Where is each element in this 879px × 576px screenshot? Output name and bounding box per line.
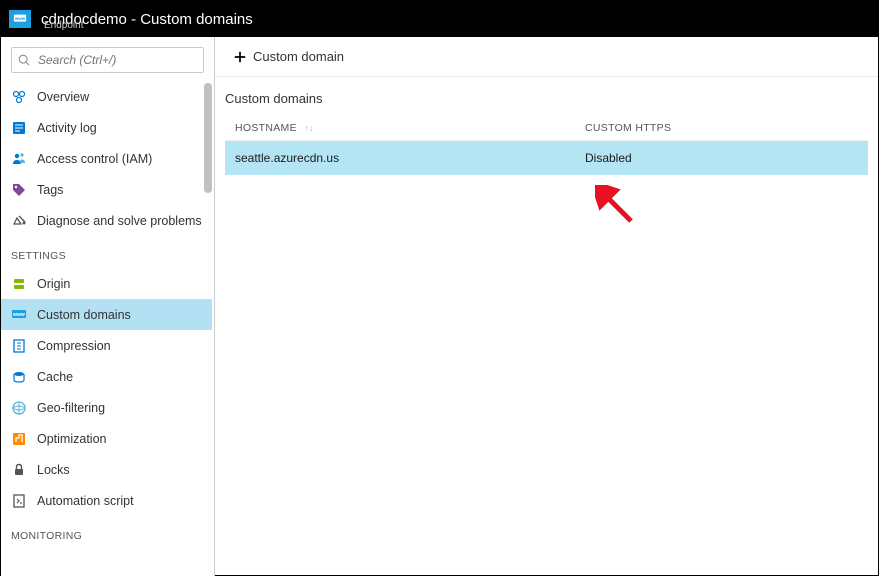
search-input[interactable] bbox=[11, 47, 204, 73]
access-control-icon bbox=[11, 151, 27, 167]
sort-indicator-icon: ↑↓ bbox=[304, 123, 314, 133]
cell-hostname: seattle.azurecdn.us bbox=[235, 151, 585, 165]
svg-text:www: www bbox=[12, 312, 25, 318]
table-header: HOSTNAME ↑↓ CUSTOM HTTPS bbox=[225, 116, 868, 141]
sidebar-item-locks[interactable]: Locks bbox=[1, 454, 212, 485]
sidebar-item-label: Locks bbox=[37, 463, 70, 477]
cell-custom-https: Disabled bbox=[585, 151, 858, 165]
sidebar-item-label: Access control (IAM) bbox=[37, 152, 152, 166]
optimization-icon bbox=[11, 431, 27, 447]
sidebar-item-label: Compression bbox=[37, 339, 111, 353]
sidebar-item-label: Overview bbox=[37, 90, 89, 104]
nav: Overview Activity log Access control (IA… bbox=[1, 81, 214, 576]
sidebar-item-optimization[interactable]: Optimization bbox=[1, 423, 212, 454]
page-subtitle: Endpoint bbox=[44, 20, 83, 31]
sidebar-item-label: Custom domains bbox=[37, 308, 131, 322]
sidebar-item-label: Origin bbox=[37, 277, 70, 291]
sidebar-item-tags[interactable]: Tags bbox=[1, 174, 212, 205]
custom-domains-icon: www bbox=[11, 307, 27, 323]
command-bar: Custom domain bbox=[215, 37, 878, 77]
title-bar: www cdndocdemo - Custom domains Endpoint bbox=[1, 1, 878, 37]
endpoint-icon: www bbox=[9, 10, 31, 28]
sidebar-item-access-control[interactable]: Access control (IAM) bbox=[1, 143, 212, 174]
sidebar: Overview Activity log Access control (IA… bbox=[1, 37, 215, 576]
sidebar-item-label: Tags bbox=[37, 183, 63, 197]
section-settings: SETTINGS bbox=[1, 236, 212, 268]
origin-icon bbox=[11, 276, 27, 292]
sidebar-item-label: Activity log bbox=[37, 121, 97, 135]
plus-icon bbox=[233, 50, 247, 64]
sidebar-item-label: Geo-filtering bbox=[37, 401, 105, 415]
sidebar-item-compression[interactable]: Compression bbox=[1, 330, 212, 361]
add-custom-domain-button[interactable]: Custom domain bbox=[227, 45, 350, 68]
sidebar-item-activity-log[interactable]: Activity log bbox=[1, 112, 212, 143]
activity-log-icon bbox=[11, 120, 27, 136]
sidebar-item-origin[interactable]: Origin bbox=[1, 268, 212, 299]
diagnose-icon bbox=[11, 213, 27, 229]
sidebar-item-custom-domains[interactable]: www Custom domains bbox=[1, 299, 212, 330]
sidebar-scrollbar[interactable] bbox=[204, 83, 212, 193]
content-title: Custom domains bbox=[225, 91, 868, 106]
automation-script-icon bbox=[11, 493, 27, 509]
table-row[interactable]: seattle.azurecdn.us Disabled bbox=[225, 141, 868, 175]
section-monitoring: MONITORING bbox=[1, 516, 212, 548]
overview-icon bbox=[11, 89, 27, 105]
geo-filtering-icon bbox=[11, 400, 27, 416]
sidebar-item-geo-filtering[interactable]: Geo-filtering bbox=[1, 392, 212, 423]
sidebar-item-label: Automation script bbox=[37, 494, 134, 508]
svg-text:www: www bbox=[14, 16, 26, 21]
annotation-arrow bbox=[595, 185, 635, 228]
main-content: Custom domain Custom domains HOSTNAME ↑↓… bbox=[215, 37, 878, 576]
tags-icon bbox=[11, 182, 27, 198]
column-custom-https[interactable]: CUSTOM HTTPS bbox=[585, 122, 858, 134]
sidebar-item-label: Optimization bbox=[37, 432, 106, 446]
compression-icon bbox=[11, 338, 27, 354]
locks-icon bbox=[11, 462, 27, 478]
column-hostname[interactable]: HOSTNAME bbox=[235, 122, 297, 134]
sidebar-item-automation-script[interactable]: Automation script bbox=[1, 485, 212, 516]
sidebar-item-cache[interactable]: Cache bbox=[1, 361, 212, 392]
add-custom-domain-label: Custom domain bbox=[253, 49, 344, 64]
search-icon bbox=[17, 53, 31, 67]
cache-icon bbox=[11, 369, 27, 385]
sidebar-item-label: Diagnose and solve problems bbox=[37, 214, 202, 228]
sidebar-item-overview[interactable]: Overview bbox=[1, 81, 212, 112]
sidebar-item-label: Cache bbox=[37, 370, 73, 384]
sidebar-item-diagnose[interactable]: Diagnose and solve problems bbox=[1, 205, 212, 236]
